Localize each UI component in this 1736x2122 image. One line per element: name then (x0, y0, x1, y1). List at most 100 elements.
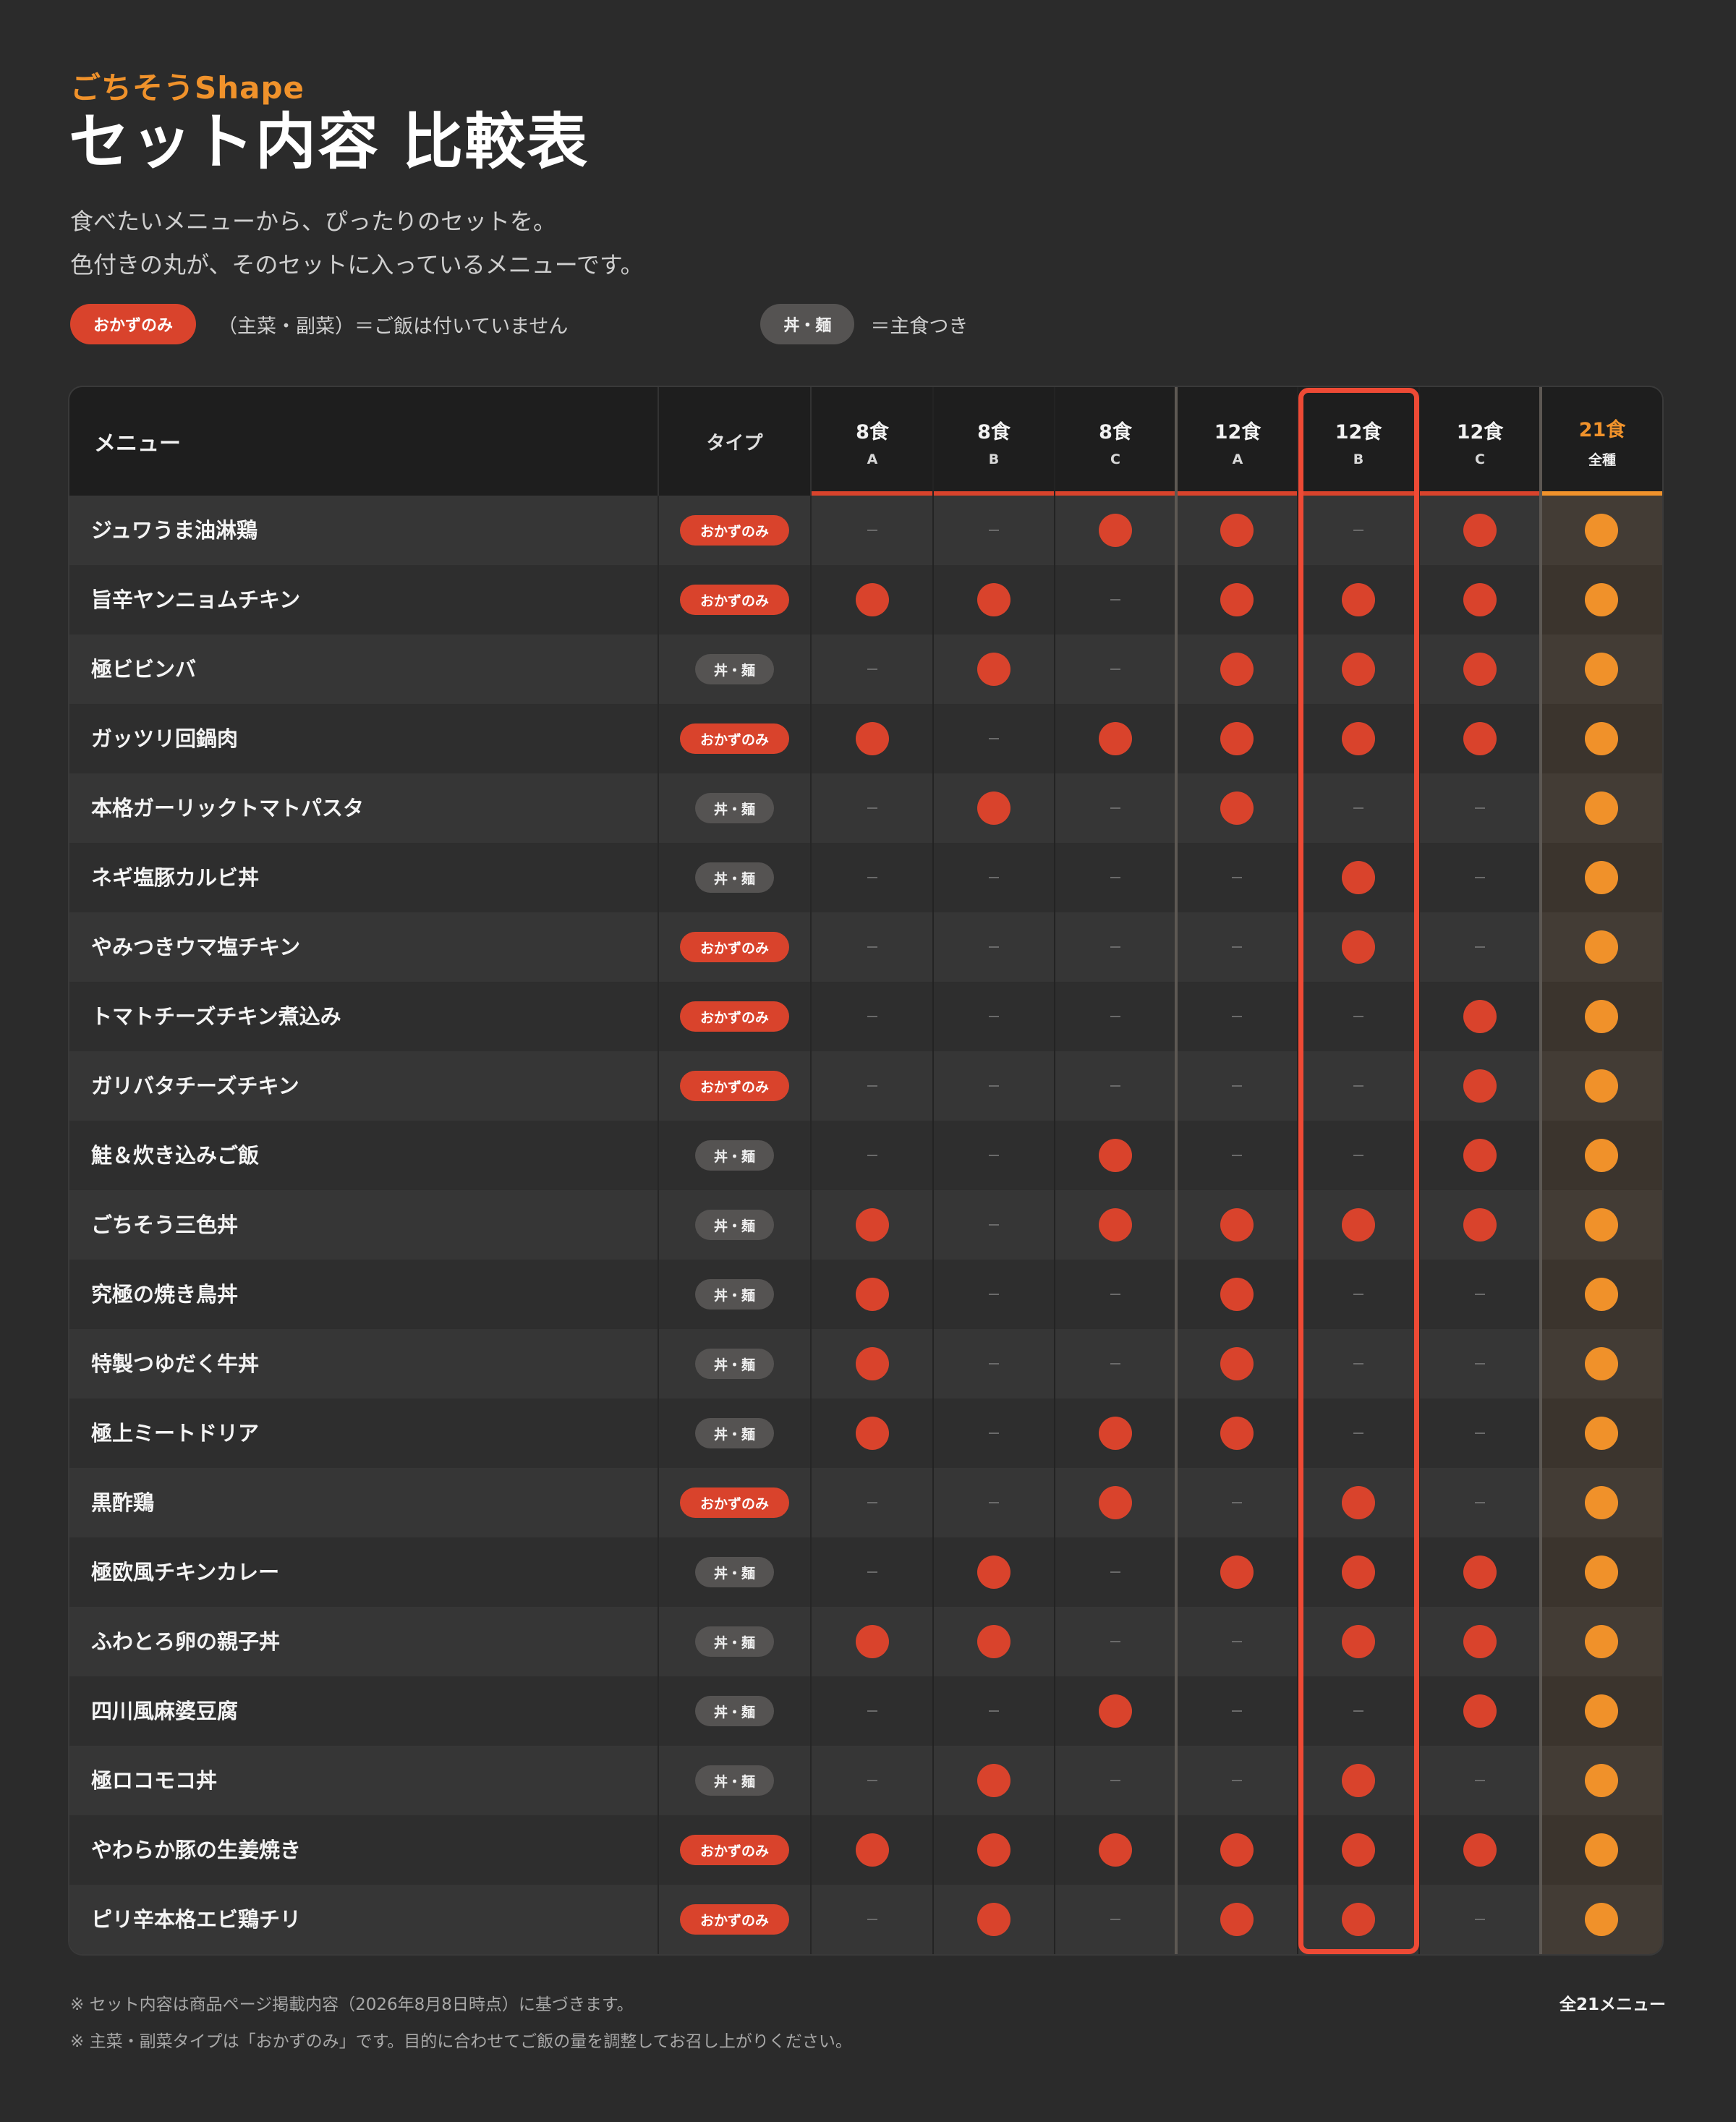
type-cell: 丼・麺 (658, 843, 812, 912)
set-cell (933, 635, 1055, 704)
set-cell (812, 1260, 933, 1329)
set-cell (1419, 1537, 1541, 1607)
not-included-dash (1110, 1571, 1120, 1573)
set-cell (812, 1537, 933, 1607)
set-cell (812, 704, 933, 773)
set-cell (1419, 1885, 1541, 1954)
included-dot (1220, 653, 1254, 686)
header-set-0: 8食 A (812, 387, 933, 496)
included-dot (856, 1278, 889, 1311)
table-row: 黒酢鶏 おかずのみ (69, 1468, 1662, 1537)
header-type: タイプ (658, 387, 812, 496)
table-row: やみつきウマ塩チキン おかずのみ (69, 912, 1662, 982)
included-dot (1099, 514, 1132, 547)
set-cell (812, 1746, 933, 1815)
set-cell (1419, 1815, 1541, 1885)
included-dot (1220, 514, 1254, 547)
type-cell: 丼・麺 (658, 1746, 812, 1815)
header-set-1: 8食 B (933, 387, 1055, 496)
included-dot (977, 1833, 1010, 1867)
column-divider (1054, 387, 1055, 1954)
set-cell (1176, 635, 1298, 704)
set-cell (933, 1121, 1055, 1190)
table-row: 旨辛ヤンニョムチキン おかずのみ (69, 565, 1662, 635)
type-cell: 丼・麺 (658, 1399, 812, 1468)
not-included-dash (989, 530, 999, 531)
included-dot (1463, 722, 1497, 755)
menu-name: 鮭＆炊き込みご飯 (91, 1143, 260, 1168)
set-cell (812, 843, 933, 912)
brand-name: ごちそうShape (70, 70, 305, 106)
set-cell (1176, 1399, 1298, 1468)
not-included-dash (1110, 807, 1120, 809)
set-cell (1055, 1815, 1176, 1885)
not-included-dash (1110, 1919, 1120, 1920)
set-cell (812, 565, 933, 635)
column-divider (932, 387, 934, 1954)
comparison-table: メニュー タイプ 8食 A 8食 B 8食 C 12食 A 12食 B 12食 C 21食 全種 ジュワう… (69, 387, 1662, 1954)
not-included-dash (867, 877, 877, 878)
menu-name: 四川風麻婆豆腐 (91, 1699, 239, 1723)
set-cell (933, 912, 1055, 982)
type-cell: おかずのみ (658, 565, 812, 635)
set-cell (1419, 1468, 1541, 1537)
set-cell (1055, 1885, 1176, 1954)
table-row: 極上ミートドリア 丼・麺 (69, 1399, 1662, 1468)
type-cell: おかずのみ (658, 1051, 812, 1121)
set-cell (812, 635, 933, 704)
set-cell (933, 1815, 1055, 1885)
okazu-badge: おかずのみ (679, 1904, 789, 1935)
included-dot (856, 1347, 889, 1380)
menu-name: 極上ミートドリア (91, 1421, 260, 1446)
okazu-badge: おかずのみ (679, 1001, 789, 1032)
not-included-dash (1232, 1710, 1242, 1712)
type-cell: 丼・麺 (658, 1607, 812, 1676)
type-cell: 丼・麺 (658, 1537, 812, 1607)
table-row: 鮭＆炊き込みご飯 丼・麺 (69, 1121, 1662, 1190)
set-cell (933, 1537, 1055, 1607)
type-cell: 丼・麺 (658, 1190, 812, 1260)
footnotes: ※ セット内容は商品ページ掲載内容（2026年8月8日時点）に基づきます。 ※ … (70, 1987, 852, 2061)
menu-name: 極ロコモコ丼 (91, 1768, 218, 1793)
not-included-dash (1475, 1502, 1485, 1503)
not-included-dash (1110, 946, 1120, 948)
included-dot (1220, 1417, 1254, 1450)
set-cell (1176, 1329, 1298, 1399)
header-set-2: 8食 C (1055, 387, 1176, 496)
table-header: メニュー タイプ 8食 A 8食 B 8食 C 12食 A 12食 B 12食 C 21食 全種 (69, 387, 1662, 496)
header-menu: メニュー (94, 431, 181, 457)
column-divider (1539, 387, 1542, 1954)
set-cell (1419, 773, 1541, 843)
menu-total: 全21メニュー (1559, 1995, 1666, 2014)
included-dot (977, 1625, 1010, 1658)
set-cell (812, 1815, 933, 1885)
type-cell: 丼・麺 (658, 1121, 812, 1190)
menu-name: ふわとろ卵の親子丼 (91, 1629, 281, 1654)
set-cell (1055, 1260, 1176, 1329)
header-set-name: 12食 (1214, 420, 1261, 444)
not-included-dash (989, 1433, 999, 1434)
set-cell (1055, 1746, 1176, 1815)
set-cell (1419, 1121, 1541, 1190)
set-cell (1055, 1468, 1176, 1537)
set-cell (1419, 565, 1541, 635)
table-row: ネギ塩豚カルビ丼 丼・麺 (69, 843, 1662, 912)
not-included-dash (989, 1294, 999, 1295)
not-included-dash (989, 1155, 999, 1156)
legend: おかずのみ （主菜・副菜）＝ご飯は付いていません 丼・麺 ＝主食つき (70, 304, 968, 344)
menu-name: やわらか豚の生姜焼き (91, 1838, 302, 1862)
don-badge: 丼・麺 (694, 1349, 774, 1379)
included-dot (977, 1764, 1010, 1797)
page-title: セット内容 比較表 (69, 106, 590, 177)
set-cell (812, 1676, 933, 1746)
comparison-page: ごちそうShape セット内容 比較表 食べたいメニューから、ぴったりのセットを… (0, 0, 1736, 2122)
included-dot (977, 653, 1010, 686)
set-cell (1055, 704, 1176, 773)
not-included-dash (1475, 1363, 1485, 1365)
set-cell (812, 1190, 933, 1260)
included-dot (1220, 1347, 1254, 1380)
type-cell: おかずのみ (658, 1815, 812, 1885)
not-included-dash (1110, 599, 1120, 600)
set-cell (812, 1399, 933, 1468)
set-cell (1176, 1468, 1298, 1537)
